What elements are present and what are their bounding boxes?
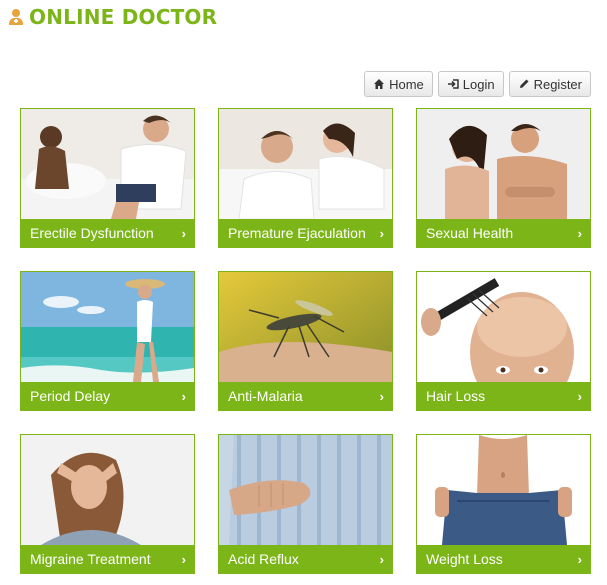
- service-card-sexual-health[interactable]: Sexual Health ›: [416, 108, 591, 248]
- service-card-acid-reflux[interactable]: Acid Reflux ›: [218, 434, 393, 574]
- service-label: Period Delay: [30, 388, 111, 404]
- service-label-bar: Anti-Malaria ›: [219, 382, 392, 410]
- register-button[interactable]: Register: [508, 71, 591, 97]
- service-label-bar: Weight Loss ›: [417, 545, 590, 573]
- service-label: Anti-Malaria: [228, 388, 303, 404]
- service-card-migraine-treatment[interactable]: Migraine Treatment ›: [20, 434, 195, 574]
- site-title[interactable]: ONLINE DOCTOR: [29, 5, 217, 29]
- home-icon: [373, 78, 385, 90]
- service-card-weight-loss[interactable]: Weight Loss ›: [416, 434, 591, 574]
- login-icon: [447, 78, 459, 90]
- service-image: [21, 272, 194, 382]
- service-label-bar: Acid Reflux ›: [219, 545, 392, 573]
- site-header: ONLINE DOCTOR: [8, 4, 217, 30]
- chevron-right-icon: ›: [577, 389, 582, 404]
- home-button[interactable]: Home: [364, 71, 433, 97]
- chevron-right-icon: ›: [577, 552, 582, 567]
- service-card-premature-ejaculation[interactable]: Premature Ejaculation ›: [218, 108, 393, 248]
- service-card-period-delay[interactable]: Period Delay ›: [20, 271, 195, 411]
- service-image: [417, 109, 590, 219]
- chevron-right-icon: ›: [379, 552, 384, 567]
- service-image: [417, 435, 590, 545]
- service-label: Hair Loss: [426, 388, 486, 404]
- pencil-icon: [518, 78, 530, 90]
- register-label: Register: [533, 76, 582, 92]
- service-label-bar: Sexual Health ›: [417, 219, 590, 247]
- doctor-icon: [8, 8, 24, 26]
- service-card-erectile-dysfunction[interactable]: Erectile Dysfunction ›: [20, 108, 195, 248]
- service-image: [219, 272, 392, 382]
- service-label: Premature Ejaculation: [228, 225, 366, 241]
- chevron-right-icon: ›: [379, 389, 384, 404]
- service-image: [219, 109, 392, 219]
- service-label-bar: Migraine Treatment ›: [21, 545, 194, 573]
- service-label-bar: Erectile Dysfunction ›: [21, 219, 194, 247]
- top-nav: Home Login Register: [364, 71, 591, 97]
- service-label-bar: Premature Ejaculation ›: [219, 219, 392, 247]
- service-label-bar: Hair Loss ›: [417, 382, 590, 410]
- service-image: [21, 435, 194, 545]
- service-label: Erectile Dysfunction: [30, 225, 154, 241]
- chevron-right-icon: ›: [577, 226, 582, 241]
- service-label: Sexual Health: [426, 225, 514, 241]
- service-card-anti-malaria[interactable]: Anti-Malaria ›: [218, 271, 393, 411]
- login-button[interactable]: Login: [437, 71, 504, 97]
- chevron-right-icon: ›: [181, 552, 186, 567]
- service-image: [417, 272, 590, 382]
- service-card-hair-loss[interactable]: Hair Loss ›: [416, 271, 591, 411]
- login-label: Login: [462, 76, 495, 92]
- chevron-right-icon: ›: [379, 226, 384, 241]
- service-image: [21, 109, 194, 219]
- service-label: Weight Loss: [426, 551, 503, 567]
- service-image: [219, 435, 392, 545]
- service-label-bar: Period Delay ›: [21, 382, 194, 410]
- chevron-right-icon: ›: [181, 226, 186, 241]
- home-label: Home: [389, 76, 424, 92]
- service-label: Migraine Treatment: [30, 551, 151, 567]
- chevron-right-icon: ›: [181, 389, 186, 404]
- service-label: Acid Reflux: [228, 551, 299, 567]
